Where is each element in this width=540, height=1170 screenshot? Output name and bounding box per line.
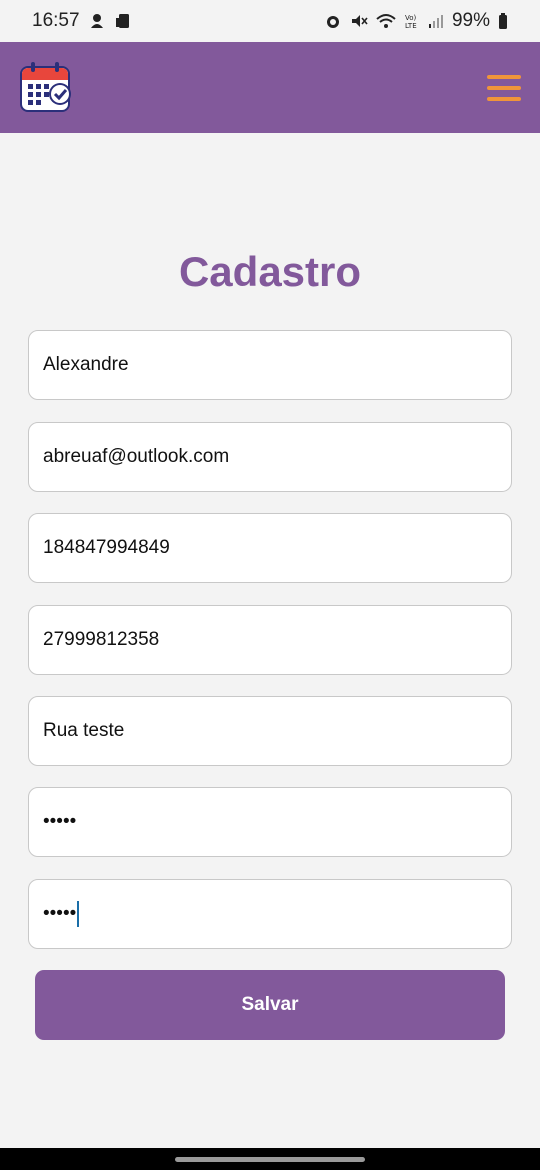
document-field[interactable]: 184847994849	[28, 513, 512, 583]
signal-icon	[428, 12, 444, 30]
notification-icon	[88, 12, 106, 30]
confirm-password-field[interactable]: •••••	[28, 879, 512, 949]
save-button[interactable]: Salvar	[35, 970, 505, 1040]
calendar-check-icon[interactable]	[18, 60, 74, 116]
device-icon	[114, 12, 132, 30]
email-field-value: abreuaf@outlook.com	[43, 446, 230, 467]
battery-icon	[498, 12, 508, 30]
svg-text:LTE: LTE	[405, 22, 417, 30]
confirm-password-field-value: •••••	[43, 903, 77, 924]
app-header	[0, 42, 540, 133]
page-title: Cadastro	[178, 248, 362, 295]
document-field-value: 184847994849	[43, 537, 170, 558]
phone-field-value: 27999812358	[43, 629, 160, 650]
password-field[interactable]: •••••	[28, 787, 512, 857]
text-cursor	[77, 901, 80, 927]
hamburger-menu-icon[interactable]	[487, 74, 521, 101]
svg-text:Vo): Vo)	[405, 14, 417, 22]
mute-icon	[350, 12, 368, 30]
address-field-value: Rua teste	[43, 720, 125, 741]
system-nav-bar	[0, 1148, 540, 1170]
address-field[interactable]: Rua teste	[28, 696, 512, 766]
battery-percent: 99%	[451, 10, 490, 31]
status-bar: 16:57 Vo) LTE 99%	[0, 0, 540, 42]
name-field-value: Alexandre	[43, 354, 129, 375]
name-field[interactable]: Alexandre	[28, 330, 512, 400]
volte-icon: Vo) LTE	[404, 12, 420, 30]
password-field-value: •••••	[43, 811, 77, 832]
home-gesture-handle[interactable]	[175, 1156, 365, 1162]
email-field[interactable]: abreuaf@outlook.com	[28, 422, 512, 492]
status-time: 16:57	[32, 10, 80, 31]
phone-field[interactable]: 27999812358	[28, 605, 512, 675]
wifi-icon	[376, 12, 396, 30]
alarm-icon	[324, 12, 342, 30]
